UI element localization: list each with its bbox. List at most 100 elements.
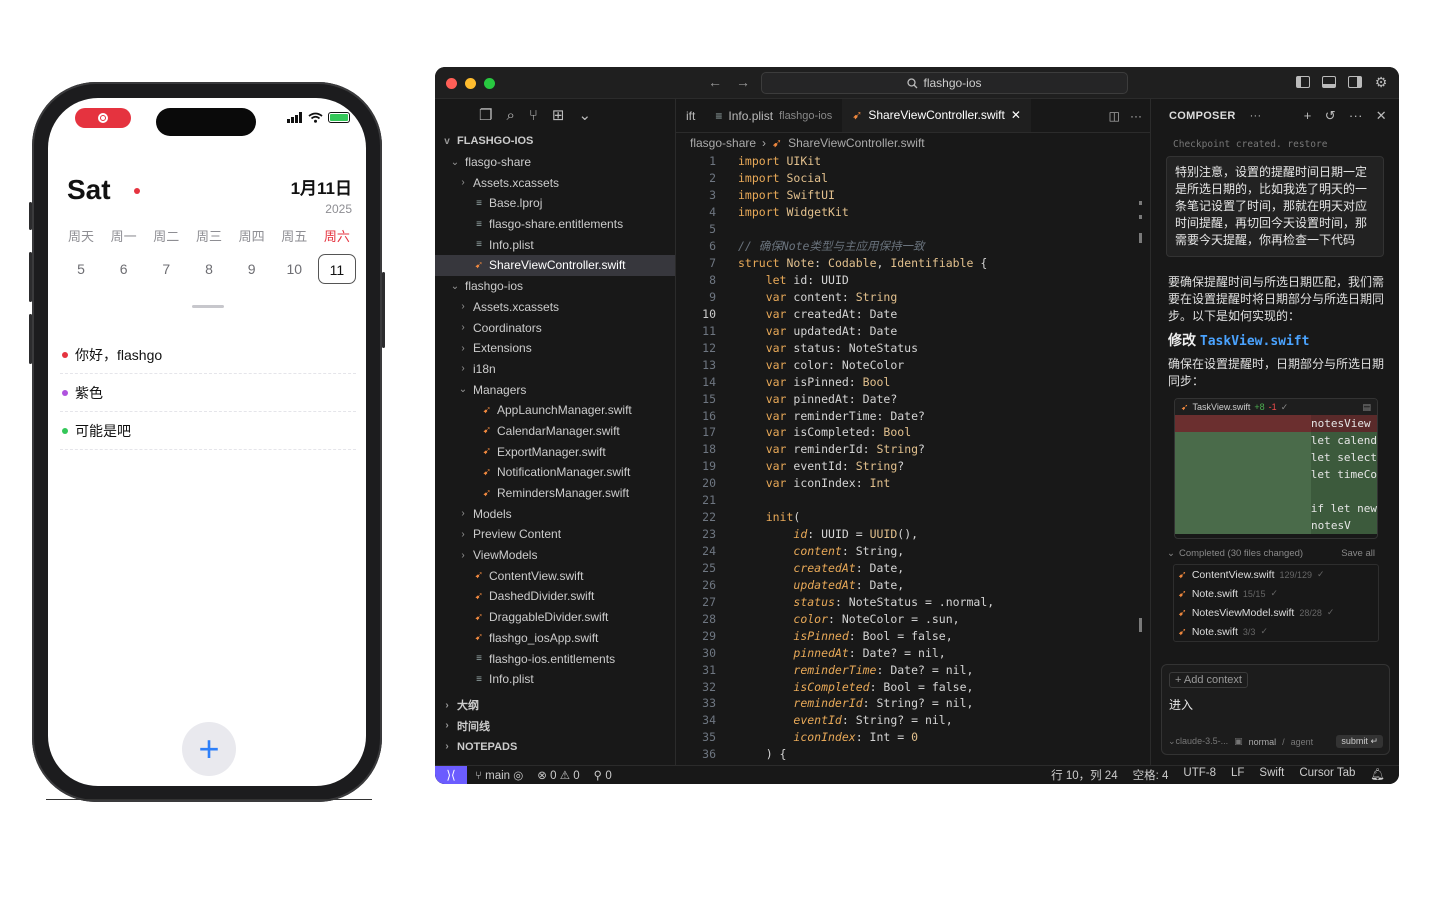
diff-file-name[interactable]: TaskView.swift [1193,402,1251,412]
code-line[interactable]: 35 iconIndex: Int = 0 [676,729,1150,746]
file-tree-item[interactable]: ➹ ExportManager.swift [435,441,675,462]
code-line[interactable]: 32 isCompleted: Bool = false, [676,678,1150,695]
folder-tree-item[interactable]: ⌄ flashgo-ios [435,276,675,297]
composer-input-text[interactable]: 进入 [1169,696,1193,713]
split-editor-icon[interactable]: ◫ [1109,109,1120,123]
chevron-down-icon[interactable]: ⌄ [1167,548,1175,559]
note-list-item[interactable]: 你好，flashgo [60,336,356,374]
code-line[interactable]: 12 var status: NoteStatus [676,339,1150,356]
code-line[interactable]: 36 ) { [676,746,1150,763]
minimize-window-button[interactable] [465,78,476,89]
toggle-panel-icon[interactable] [1321,74,1337,90]
code-line[interactable]: 10 var createdAt: Date [676,305,1150,322]
code-line[interactable]: 3 import SwiftUI [676,187,1150,204]
breadcrumb-item[interactable]: ShareViewController.swift [788,136,925,150]
save-all-button[interactable]: Save all [1341,548,1379,559]
code-line[interactable]: 4 import WidgetKit [676,204,1150,221]
add-context-button[interactable]: + Add context [1169,672,1248,688]
settings-gear-icon[interactable]: ⚙ [1373,74,1389,90]
code-line[interactable]: 25 createdAt: Date, [676,560,1150,577]
mode-selector[interactable]: normal [1249,737,1277,747]
toggle-secondary-sidebar-icon[interactable] [1347,74,1363,90]
note-list-item[interactable]: 紫色 [60,374,356,412]
end-of-line[interactable]: LF [1231,767,1244,783]
cursor-tab-status[interactable]: Cursor Tab [1299,767,1355,783]
more-views-chevron-icon[interactable]: ⌄ [578,106,591,124]
folder-tree-item[interactable]: ⌄ flasgo-share [435,152,675,173]
code-line[interactable]: 21 [676,492,1150,509]
changed-file-item[interactable]: ➹ Note.swift 15/15 ✓ [1174,584,1378,603]
indentation[interactable]: 空格: 4 [1133,767,1169,783]
folder-tree-item[interactable]: › ViewModels [435,545,675,566]
date-cell[interactable]: 7 [147,254,185,284]
cursor-position[interactable]: 行 10，列 24 [1051,767,1117,783]
code-line[interactable]: 18 var reminderId: String? [676,441,1150,458]
code-line[interactable]: 2 import Social [676,170,1150,187]
file-tree-item[interactable]: ≡ Base.lproj [435,193,675,214]
file-tree-item[interactable]: ➹ DraggableDivider.swift [435,607,675,628]
language-mode[interactable]: Swift [1259,767,1284,783]
date-cell[interactable]: 5 [62,254,100,284]
toggle-primary-sidebar-icon[interactable] [1295,74,1311,90]
notifications-bell-icon[interactable]: 🔔︎ [1370,767,1385,783]
folder-tree-item[interactable]: › Models [435,503,675,524]
editor-tab[interactable]: ift [676,99,705,132]
code-line[interactable]: 19 var eventId: String? [676,458,1150,475]
code-line[interactable]: 20 var iconIndex: Int [676,475,1150,492]
command-search-input[interactable]: flashgo-ios [761,72,1128,94]
code-line[interactable]: 14 var isPinned: Bool [676,373,1150,390]
editor-tab[interactable]: ➹ ShareViewController.swift ✕ [842,99,1031,132]
sidebar-section-header[interactable]: › 大纲 [435,695,675,716]
code-line[interactable]: 11 var updatedAt: Date [676,322,1150,339]
history-icon[interactable]: ↺ [1325,108,1336,124]
folder-tree-item[interactable]: › i18n [435,359,675,380]
changed-file-item[interactable]: ➹ ContentView.swift 129/129 ✓ [1174,565,1378,584]
screen-recording-indicator[interactable] [75,108,131,128]
file-tree-item[interactable]: ≡ Info.plist [435,669,675,690]
code-line[interactable]: 24 content: String, [676,543,1150,560]
code-line[interactable]: 26 updatedAt: Date, [676,576,1150,593]
code-line[interactable]: 1 import UIKit [676,153,1150,170]
file-tree-item[interactable]: ➹ RemindersManager.swift [435,483,675,504]
code-line[interactable]: 29 isPinned: Bool = false, [676,627,1150,644]
folder-tree-item[interactable]: › Assets.xcassets [435,172,675,193]
code-line[interactable]: 22 init( [676,509,1150,526]
code-line[interactable]: 17 var isCompleted: Bool [676,424,1150,441]
folder-tree-item[interactable]: › Coordinators [435,317,675,338]
changed-file-item[interactable]: ➹ Note.swift 3/3 ✓ [1174,622,1378,641]
changed-file-item[interactable]: ➹ NotesViewModel.swift 28/28 ✓ [1174,603,1378,622]
file-tree-item[interactable]: ➹ flashgo_iosApp.swift [435,628,675,649]
sidebar-section-header[interactable]: › NOTEPADS [435,736,675,757]
date-cell[interactable]: 9 [233,254,271,284]
code-line[interactable]: 30 pinnedAt: Date? = nil, [676,644,1150,661]
new-composer-icon[interactable]: + [1304,108,1312,124]
extensions-icon[interactable]: ⊞ [552,106,565,124]
file-tree-item[interactable]: ➹ NotificationManager.swift [435,462,675,483]
code-line[interactable]: 23 id: UUID = UUID (), [676,526,1150,543]
code-line[interactable]: 5 [676,221,1150,238]
composer-more-icon[interactable]: ··· [1250,110,1262,122]
encoding[interactable]: UTF-8 [1183,767,1216,783]
file-tree-item[interactable]: ≡ flashgo-ios.entitlements [435,648,675,669]
back-arrow-icon[interactable]: ← [708,74,722,90]
zoom-window-button[interactable] [484,78,495,89]
editor-tab[interactable]: ≡ Info.plist flashgo-ios [705,99,842,132]
branch-indicator[interactable]: ⑂ main ◎ [475,768,523,782]
sidebar-section-header[interactable]: › 时间线 [435,716,675,737]
code-area[interactable]: 1 import UIKit 2 import Social 3 import Swift… [676,153,1150,763]
file-tree-item[interactable]: ➹ CalendarManager.swift [435,421,675,442]
more-actions-icon[interactable]: ··· [1130,109,1142,123]
code-line[interactable]: 9 var content: String [676,289,1150,306]
date-cell[interactable]: 8 [190,254,228,284]
file-tree-item[interactable]: ➹ DashedDivider.swift [435,586,675,607]
code-line[interactable]: 7 struct Note: Codable, Identifiable { [676,255,1150,272]
file-tree-item[interactable]: ➹ ContentView.swift [435,565,675,586]
explorer-files-icon[interactable]: ❐ [479,106,492,124]
folder-tree-item[interactable]: › Preview Content [435,524,675,545]
edit-file-link[interactable]: TaskView.swift [1200,334,1310,349]
explorer-root[interactable]: v FLASHGO-IOS [435,131,675,152]
code-line[interactable]: 13 var color: NoteColor [676,356,1150,373]
checkpoint-label[interactable]: Checkpoint created. restore [1151,133,1399,150]
folder-tree-item[interactable]: ⌄ Managers [435,379,675,400]
model-selector[interactable]: ⌄claude-3.5-... [1168,736,1228,747]
